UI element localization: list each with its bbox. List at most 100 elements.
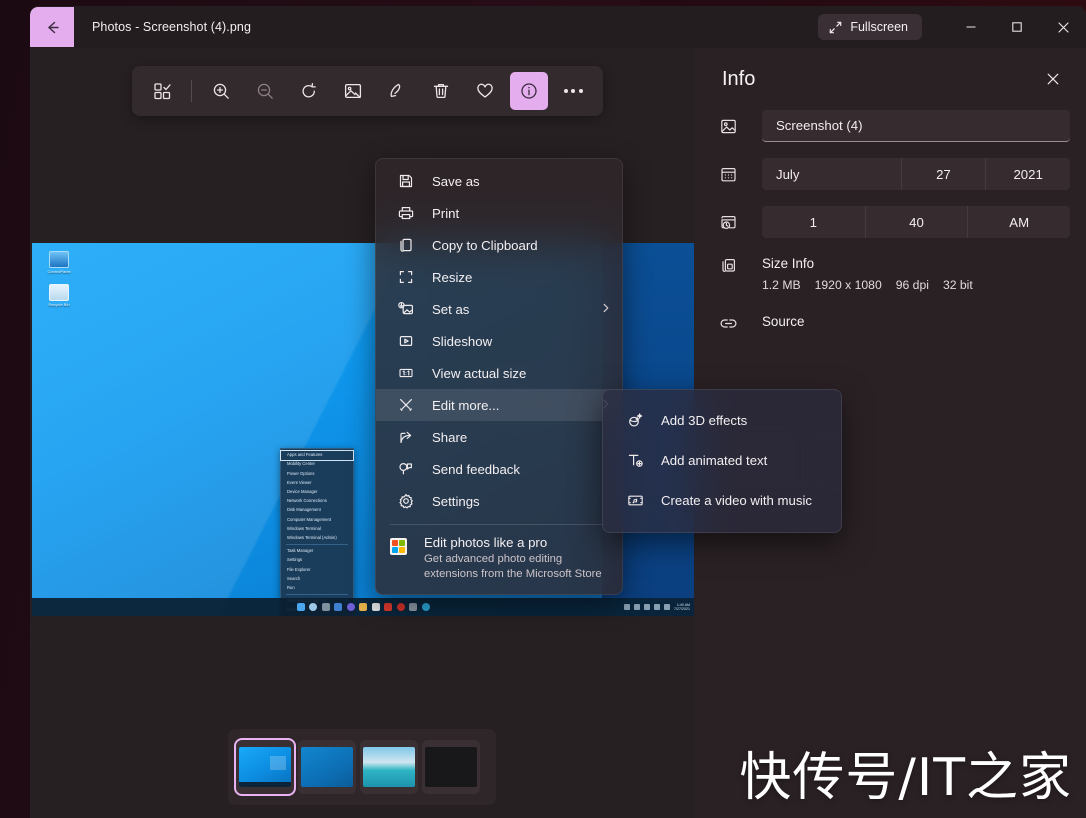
print-icon <box>398 205 418 221</box>
photo-clock-date: 7/27/2021 <box>674 607 690 611</box>
settings-icon <box>409 603 417 611</box>
size-info-details: 1.2 MB 1920 x 1080 96 dpi 32 bit <box>762 278 973 292</box>
close-button[interactable] <box>1040 6 1086 48</box>
menu-separator <box>390 524 608 525</box>
link-icon <box>720 314 742 337</box>
info-panel-title: Info <box>722 67 756 90</box>
menu-item-view-actual-size[interactable]: View actual size <box>376 357 622 389</box>
submenu-item-add-3d-effects[interactable]: Add 3D effects <box>603 400 841 440</box>
save-icon <box>398 173 418 189</box>
filmstrip-thumbnail-3[interactable] <box>360 740 418 794</box>
photo-winx-item: Settings <box>287 557 303 563</box>
filmstrip-thumbnail-2[interactable] <box>298 740 356 794</box>
photo-winx-item: File Explorer <box>287 566 311 572</box>
menu-item-copy-to-clipboard[interactable]: Copy to Clipboard <box>376 229 622 261</box>
back-button[interactable] <box>30 7 74 47</box>
menu-item-send-feedback[interactable]: Send feedback <box>376 453 622 485</box>
filmstrip-thumbnail-1[interactable] <box>234 738 296 796</box>
photo-winx-item: Task Manager <box>287 548 314 554</box>
menu-item-slideshow[interactable]: Slideshow <box>376 325 622 357</box>
actual-size-icon <box>398 365 418 381</box>
watermark: 快传号/IT之家 <box>739 748 1072 808</box>
photo-taskbar-icons <box>296 603 430 611</box>
size-info-body: Size Info 1.2 MB 1920 x 1080 96 dpi 32 b… <box>762 256 973 292</box>
filmstrip-thumbnail-4[interactable] <box>422 740 480 794</box>
time-minute-select[interactable]: 40 <box>864 206 968 238</box>
zoom-in-button[interactable] <box>202 72 240 110</box>
photo-canvas-area: ControlPanel Recycle Bin Apps and Featur… <box>30 48 842 818</box>
calendar-icon <box>720 166 742 183</box>
menu-item-set-as[interactable]: Set as <box>376 293 622 325</box>
store-promo-title: Edit photos like a pro <box>424 535 548 550</box>
slideshow-icon <box>398 333 418 349</box>
date-month-select[interactable]: July <box>762 158 901 190</box>
source-block: Source <box>694 314 1086 337</box>
file-name-input[interactable]: Screenshot (4) <box>762 110 1070 142</box>
menu-item-edit-more[interactable]: Edit more... <box>376 389 622 421</box>
menu-item-settings[interactable]: Settings <box>376 485 622 517</box>
maximize-icon <box>1012 22 1022 32</box>
menu-item-share[interactable]: Share <box>376 421 622 453</box>
menu-item-label: Share <box>432 429 468 445</box>
menu-item-label: Edit more... <box>432 397 500 413</box>
battery-icon <box>664 604 670 610</box>
rotate-button[interactable] <box>290 72 328 110</box>
submenu-item-create-video-with-music[interactable]: Create a video with music <box>603 480 841 520</box>
photo-winx-item: Power Options <box>287 470 315 476</box>
photo-winx-item: Computer Management <box>287 516 331 522</box>
photo-taskbar: 1:40 AM 7/27/2021 <box>32 598 694 616</box>
markup-button[interactable] <box>378 72 416 110</box>
menu-item-label: View actual size <box>432 365 527 381</box>
time-hour-select[interactable]: 1 <box>762 206 865 238</box>
more-options-button[interactable] <box>554 72 592 110</box>
volume-icon <box>654 604 660 610</box>
window-title: Photos - Screenshot (4).png <box>92 20 252 34</box>
thumbnail-image <box>239 747 291 787</box>
menu-item-print[interactable]: Print <box>376 197 622 229</box>
delete-button[interactable] <box>422 72 460 110</box>
dpi-value: 96 dpi <box>895 278 929 292</box>
photo-winx-separator <box>286 544 348 546</box>
markup-icon <box>390 83 401 98</box>
gallery-view-button[interactable] <box>143 72 181 110</box>
info-name-row: Screenshot (4) <box>694 110 1086 142</box>
menu-item-label: Resize <box>432 269 473 285</box>
info-panel-header: Info <box>694 48 1086 94</box>
menu-item-resize[interactable]: Resize <box>376 261 622 293</box>
zoom-out-button[interactable] <box>246 72 284 110</box>
store-promo[interactable]: Edit photos like a pro Get advanced phot… <box>376 529 622 586</box>
submenu-item-add-animated-text[interactable]: Add animated text <box>603 440 841 480</box>
info-panel-close-button[interactable] <box>1038 64 1068 94</box>
minimize-button[interactable] <box>948 6 994 48</box>
info-button[interactable] <box>510 72 548 110</box>
context-menu: Save as Print Copy to Clipboard Resize S… <box>375 158 623 595</box>
fullscreen-button[interactable]: Fullscreen <box>818 14 922 40</box>
photo-winx-item: Windows Terminal (Admin) <box>287 534 337 540</box>
photo-desktop-icon: ControlPanel <box>42 251 76 274</box>
time-meridiem-select[interactable]: AM <box>967 206 1070 238</box>
3d-effects-icon <box>627 412 647 429</box>
image-icon <box>720 118 742 135</box>
fullscreen-label: Fullscreen <box>850 20 908 34</box>
source-body: Source <box>762 314 804 337</box>
photo-system-tray: 1:40 AM 7/27/2021 <box>624 598 690 616</box>
submenu-item-label: Add 3D effects <box>661 412 748 428</box>
task-view-icon <box>321 603 330 611</box>
menu-item-label: Settings <box>432 493 480 509</box>
menu-item-save-as[interactable]: Save as <box>376 165 622 197</box>
crop-button[interactable] <box>334 72 372 110</box>
favorite-icon <box>477 83 493 98</box>
maximize-button[interactable] <box>994 6 1040 48</box>
photo-winx-item: Event Viewer <box>287 479 312 485</box>
thumbnail-image <box>301 747 353 787</box>
photo-clock: 1:40 AM 7/27/2021 <box>674 603 690 612</box>
date-day-select[interactable]: 27 <box>900 158 986 190</box>
microsoft-store-icon <box>390 538 407 555</box>
copy-icon <box>398 237 418 253</box>
edit-more-icon <box>398 397 418 413</box>
source-title: Source <box>762 314 805 329</box>
photo-winx-item: Windows Terminal <box>287 525 321 531</box>
favorite-button[interactable] <box>466 72 504 110</box>
close-icon <box>1047 73 1059 85</box>
date-year-select[interactable]: 2021 <box>985 158 1070 190</box>
